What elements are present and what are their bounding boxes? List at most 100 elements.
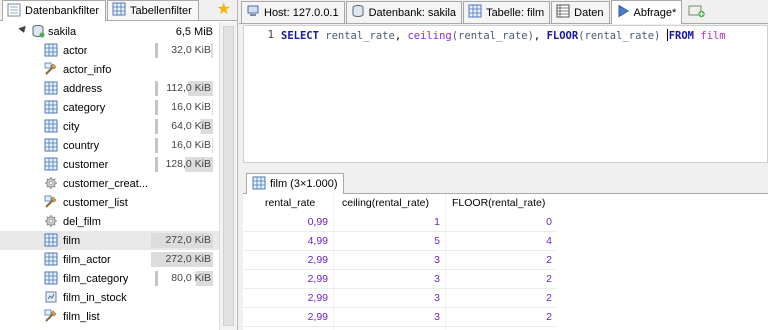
tree-item-label: del_film (63, 215, 101, 228)
table-cell[interactable]: 2 (445, 289, 557, 308)
table-cell[interactable]: 2 (445, 308, 557, 327)
table-cell[interactable]: 2 (445, 251, 557, 270)
table-cell[interactable]: 2,99 (243, 289, 333, 308)
tab-database-filter[interactable]: Datenbankfilter (2, 0, 106, 21)
table-cell[interactable]: 1 (333, 213, 445, 232)
tree-item-size: 16,0 KiB (151, 138, 213, 153)
table-icon (44, 271, 58, 285)
table-cell[interactable]: 5 (333, 232, 445, 251)
table-cell[interactable]: 3 (333, 270, 445, 289)
tree-item-customer[interactable]: customer 128,0 KiB (0, 155, 237, 174)
tree-item-film-in-stock[interactable]: film_in_stock (0, 288, 237, 307)
table-cell[interactable]: 0 (445, 213, 557, 232)
tree-item-label: film_in_stock (63, 291, 127, 304)
table-cell[interactable]: 2,99 (243, 251, 333, 270)
tree-item-film-category[interactable]: film_category 80,0 KiB (0, 269, 237, 288)
result-tab-bar: film (3×1.000) (243, 172, 768, 194)
column-header[interactable]: ceiling(rental_rate) (342, 194, 429, 213)
trigger-icon (44, 176, 58, 190)
sql-editor[interactable]: 1 SELECT rental_rate, ceiling(rental_rat… (243, 25, 768, 163)
database-tree-panel: Datenbankfilter Tabellenfilter ★ sakila 6… (0, 0, 238, 330)
tree-item-label: address (63, 82, 103, 95)
sql-argument: (rental_rate) (451, 30, 534, 42)
tree-root-size: 6,5 MiB (175, 25, 213, 38)
tab-data-label: Daten (574, 6, 604, 19)
new-query-tab-button[interactable] (686, 3, 708, 21)
tree-item-label: category (63, 101, 106, 114)
tree-item-film[interactable]: film 272,0 KiB (0, 231, 237, 250)
table-icon (44, 252, 58, 266)
sql-function-floor: FLOOR (546, 30, 579, 42)
table-cell[interactable]: 2,99 (243, 270, 333, 289)
table-cell[interactable]: 4,99 (243, 232, 333, 251)
tree-item-label: film_category (63, 272, 129, 285)
table-cell[interactable]: 4 (445, 232, 557, 251)
tree-item-customer-creat[interactable]: customer_creat... (0, 174, 237, 193)
result-grid[interactable]: rental_rate ceiling(rental_rate) FLOOR(ren… (243, 194, 768, 330)
tree-item-address[interactable]: address 112,0 KiB (0, 79, 237, 98)
tree-item-del-film[interactable]: del_film (0, 212, 237, 231)
view-icon (44, 309, 58, 323)
table-cell[interactable]: 0,99 (243, 213, 333, 232)
column-header[interactable]: rental_rate (265, 194, 315, 213)
tree-scrollbar[interactable] (219, 22, 237, 330)
sql-column: rental_rate (325, 30, 395, 42)
main-area: Host: 127.0.0.1 Datenbank: sakila Tabell… (239, 0, 768, 330)
database-filter-icon (7, 3, 21, 20)
editor-result-splitter[interactable] (239, 164, 768, 172)
line-number: 1 (267, 29, 274, 41)
tree-item-film-actor[interactable]: film_actor 272,0 KiB (0, 250, 237, 269)
tree-item-label: film_list (63, 310, 100, 323)
sql-keyword-select: SELECT (281, 30, 319, 42)
tree-item-label: city (63, 120, 80, 133)
tree-item-category[interactable]: category 16,0 KiB (0, 98, 237, 117)
column-header[interactable]: FLOOR(rental_rate) (452, 194, 545, 213)
tree-item-label: film_actor (63, 253, 111, 266)
tree-item-customer-list[interactable]: customer_list (0, 193, 237, 212)
host-icon (246, 4, 260, 21)
tree-item-size: 128,0 KiB (151, 157, 213, 172)
tree-item-actor-info[interactable]: actor_info (0, 60, 237, 79)
tree-item-city[interactable]: city 64,0 KiB (0, 117, 237, 136)
trigger-icon (44, 214, 58, 228)
tree-item-film-list[interactable]: film_list (0, 307, 237, 326)
table-cell[interactable]: 2,99 (243, 308, 333, 327)
favorite-star-icon[interactable]: ★ (217, 1, 231, 19)
tree-scrollbar-thumb[interactable] (223, 26, 234, 326)
tree-item-country[interactable]: country 16,0 KiB (0, 136, 237, 155)
tree-root-sakila[interactable]: sakila 6,5 MiB (0, 22, 237, 41)
left-tab-bar: Datenbankfilter Tabellenfilter ★ (0, 0, 237, 21)
view-icon (44, 195, 58, 209)
tree-root-label: sakila (48, 25, 77, 38)
tab-data[interactable]: Daten (551, 1, 610, 23)
sql-function-ceiling: ceiling (407, 30, 452, 42)
tree-item-size: 80,0 KiB (151, 271, 213, 286)
play-icon (616, 4, 630, 21)
tree-item-label: country (63, 139, 100, 152)
tree-item-actor[interactable]: actor 32,0 KiB (0, 41, 237, 60)
tab-query-label: Abfrage* (633, 6, 677, 19)
tree-item-size: 16,0 KiB (151, 100, 213, 115)
table-icon (468, 4, 482, 21)
table-cell[interactable]: 2 (445, 270, 557, 289)
tree-item-size: 112,0 KiB (151, 81, 213, 96)
tab-table-filter[interactable]: Tabellenfilter (107, 0, 199, 20)
table-icon (44, 43, 58, 57)
tree-item-label: customer (63, 158, 109, 171)
tree-item-size: 272,0 KiB (151, 252, 213, 267)
table-cell[interactable]: 3 (333, 251, 445, 270)
table-icon (44, 100, 58, 114)
tab-result-film[interactable]: film (3×1.000) (246, 173, 344, 194)
tab-database[interactable]: Datenbank: sakila (345, 1, 463, 23)
table-icon (44, 138, 58, 152)
sql-query-line[interactable]: SELECT rental_rate, ceiling(rental_rate)… (281, 29, 726, 42)
tree-item-size: 272,0 KiB (151, 233, 213, 248)
tab-host[interactable]: Host: 127.0.0.1 (241, 1, 345, 23)
table-icon (44, 119, 58, 133)
tree-item-label: film (63, 234, 81, 247)
tab-query[interactable]: Abfrage* (610, 0, 683, 24)
tab-table[interactable]: Tabelle: film (463, 1, 551, 23)
collapse-arrow-icon[interactable] (18, 25, 28, 35)
table-cell[interactable]: 3 (333, 308, 445, 327)
table-cell[interactable]: 3 (333, 289, 445, 308)
